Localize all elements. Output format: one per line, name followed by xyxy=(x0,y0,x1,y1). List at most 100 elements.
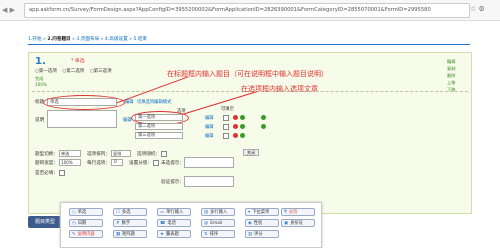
question-type-button[interactable]: ⇅ 排序 xyxy=(201,230,235,238)
preview-option[interactable]: ○第三选项 xyxy=(90,69,112,74)
step-end[interactable]: 5.结束 xyxy=(133,37,147,42)
question-type-button[interactable]: ☎ 电话 xyxy=(157,219,191,227)
remove-option-icon[interactable] xyxy=(233,124,238,129)
browser-address-bar: ◀ ▶ app.askform.cn/Survey/FormDesign.asp… xyxy=(0,0,500,21)
question-type-button[interactable]: ◉ 性别 xyxy=(245,219,279,227)
step-advanced[interactable]: 4.高级设置 xyxy=(105,37,128,42)
description-input[interactable] xyxy=(47,110,117,128)
question-type-button[interactable]: @ Email xyxy=(201,219,235,227)
step-arrow: » xyxy=(43,37,46,42)
width-label: 题目宽度： xyxy=(35,161,58,166)
question-type-icon: # xyxy=(116,221,120,226)
question-type-icon: @ xyxy=(204,221,209,226)
question-number: 1. xyxy=(35,56,46,67)
preview-option[interactable]: ○第一选项 xyxy=(35,69,57,74)
question-type-button[interactable]: ▾ 下拉菜单 xyxy=(245,208,279,216)
question-type-button[interactable]: ○ 单选 xyxy=(69,208,103,216)
extensions-icon[interactable]: ☆ ⚙ xyxy=(470,5,485,13)
divider xyxy=(28,44,470,45)
type-switch-select[interactable]: 单选 xyxy=(59,150,81,157)
fillable-checkbox[interactable] xyxy=(223,124,229,130)
random-label: 选项随机： xyxy=(137,152,160,157)
option-edit-link[interactable]: 编辑 xyxy=(205,115,214,121)
add-option-icon[interactable] xyxy=(240,124,245,129)
add-option-icon[interactable] xyxy=(240,133,245,138)
question-type-icon: ▭ xyxy=(160,210,165,215)
question-type-icon: ▣ xyxy=(284,221,289,226)
question-type-label: 多选 xyxy=(121,210,131,215)
unselected-input[interactable] xyxy=(184,157,234,168)
description-label: 说明 xyxy=(35,118,45,123)
step-questions[interactable]: 2.问卷题目 xyxy=(47,37,70,42)
question-type-label: * 单选 xyxy=(71,59,85,64)
unselected-label: 未选提示： xyxy=(161,161,184,166)
move-down-button[interactable]: 下移 xyxy=(447,87,461,93)
preview-option[interactable]: ○第二选项 xyxy=(62,69,84,74)
move-option-icon[interactable] xyxy=(261,115,266,120)
question-type-button[interactable]: ▥ 评分 xyxy=(245,230,279,238)
toggle-edit-mode-link[interactable]: 切换选项编辑模式 xyxy=(137,99,171,105)
edit-question-button[interactable]: 编辑 xyxy=(447,59,461,65)
question-type-label: 电话 xyxy=(167,221,176,226)
width-select[interactable]: 100% xyxy=(59,159,81,166)
question-type-label: Email xyxy=(210,221,223,226)
question-type-icon: ◷ xyxy=(72,221,76,226)
random-checkbox[interactable] xyxy=(161,151,167,157)
required-label: 是否必填： xyxy=(35,171,58,176)
question-type-icon: ✎ xyxy=(72,232,76,237)
question-type-button[interactable]: ▤ 多行输入 xyxy=(201,208,235,216)
copy-question-button[interactable]: 复制 xyxy=(447,66,461,72)
question-preview-options: ○第一选项 ○第二选项 ○第三选项 xyxy=(35,68,116,74)
option-input[interactable]: 第三选项 xyxy=(135,132,183,139)
question-type-button[interactable]: # 数字 xyxy=(113,219,147,227)
step-start[interactable]: 1.开始 xyxy=(28,37,42,42)
question-type-icon: ▾ xyxy=(248,210,251,215)
question-type-button[interactable]: ✎ 说明内容 xyxy=(69,230,103,238)
option-order-select[interactable]: 竖排 xyxy=(111,150,131,157)
question-type-label: 多行输入 xyxy=(210,210,228,215)
back-icon[interactable]: ◀ ▶ xyxy=(2,6,15,14)
question-type-button[interactable]: ¶ 分页 xyxy=(281,208,315,216)
question-type-label: 性别 xyxy=(253,221,263,226)
close-button[interactable]: 关闭 xyxy=(243,149,259,156)
score-checkbox[interactable] xyxy=(153,160,159,166)
question-type-button[interactable]: ▦ 矩阵题 xyxy=(113,230,147,238)
question-type-label: 排序 xyxy=(209,232,219,237)
question-type-icon: ☐ xyxy=(116,210,120,215)
question-type-button[interactable]: ◷ 日期 xyxy=(69,219,103,227)
question-type-label: 身份证 xyxy=(290,221,303,226)
delete-question-button[interactable]: 删除 xyxy=(447,73,461,79)
remove-option-icon[interactable] xyxy=(233,115,238,120)
question-type-icon: ▥ xyxy=(248,232,253,237)
fillable-checkbox[interactable] xyxy=(223,133,229,139)
question-type-button[interactable]: ★ 量表题 xyxy=(157,230,191,238)
question-type-icon: ▤ xyxy=(204,210,209,215)
move-up-button[interactable]: 上移 xyxy=(447,80,461,86)
question-type-label: 说明内容 xyxy=(77,232,95,237)
question-type-label: 下拉菜单 xyxy=(252,210,270,215)
question-actions: 编辑 复制 删除 上移 下移 xyxy=(447,59,461,94)
verify-input[interactable] xyxy=(184,176,234,187)
option-edit-link[interactable]: 编辑 xyxy=(205,124,214,130)
url-field[interactable]: app.askform.cn/Survey/FormDesign.aspx?Ap… xyxy=(24,3,470,18)
option-edit-link[interactable]: 编辑 xyxy=(205,133,214,139)
question-type-button[interactable]: ▭ 单行输入 xyxy=(157,208,191,216)
step-layout[interactable]: 3.页面布局 xyxy=(76,37,99,42)
question-type-label: 量表题 xyxy=(165,232,179,237)
option-input[interactable]: 第二选项 xyxy=(135,123,183,130)
step-breadcrumb: 1.开始 » 2.问卷题目 » 3.页面布局 » 4.高级设置 » 5.结束 xyxy=(28,36,147,42)
question-type-label: 单行输入 xyxy=(166,210,184,215)
per-row-input[interactable]: 0 xyxy=(111,159,123,166)
question-type-label: 评分 xyxy=(254,232,263,237)
move-option-icon[interactable] xyxy=(261,124,266,129)
title-highlight xyxy=(43,95,125,110)
title-edit-link[interactable]: 编辑 xyxy=(125,99,134,105)
question-type-button[interactable]: ▣ 身份证 xyxy=(281,219,315,227)
fillable-checkbox[interactable] xyxy=(223,115,229,121)
question-type-button[interactable]: ☐ 多选 xyxy=(113,208,147,216)
add-option-icon[interactable] xyxy=(240,115,245,120)
remove-option-icon[interactable] xyxy=(233,133,238,138)
question-types-tab[interactable]: 题目类型 xyxy=(28,216,62,228)
question-type-label: 分页 xyxy=(288,210,298,215)
required-checkbox[interactable] xyxy=(59,170,65,176)
